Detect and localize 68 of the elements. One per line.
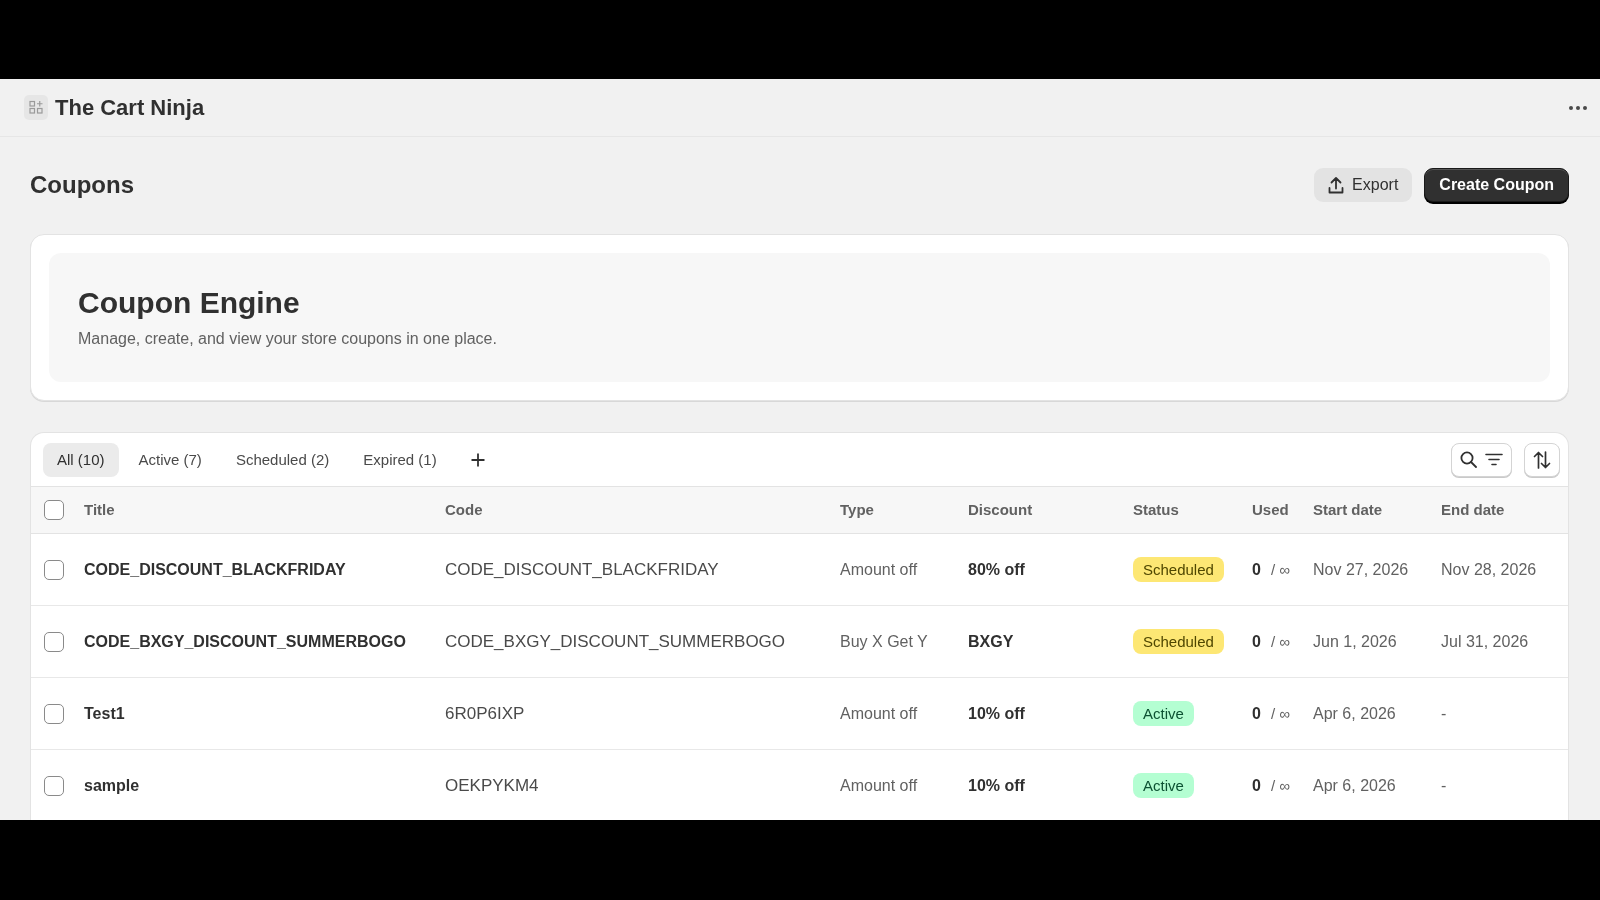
checkbox[interactable] (44, 500, 64, 520)
checkbox[interactable] (44, 559, 64, 580)
coupon-title: CODE_BXGY_DISCOUNT_SUMMERBOGO (84, 632, 406, 650)
discount-type: Amount off (840, 776, 918, 794)
start-date: Nov 27, 2026 (1313, 560, 1409, 578)
start-date: Jun 1, 2026 (1313, 632, 1397, 650)
filter-icon (1485, 453, 1503, 466)
discount-type: Buy X Get Y (840, 632, 928, 650)
used-count: 0 (1252, 560, 1261, 579)
status-badge: Scheduled (1133, 629, 1224, 654)
coupon-code: OEKPYKM4 (445, 775, 539, 795)
discount-value: 80% off (968, 560, 1025, 578)
export-button[interactable]: Export (1314, 168, 1413, 202)
sort-icon (1533, 450, 1551, 469)
create-coupon-button[interactable]: Create Coupon (1424, 168, 1569, 202)
coupon-title: CODE_DISCOUNT_BLACKFRIDAY (84, 560, 346, 578)
column-header: Title (84, 501, 115, 518)
app-title: The Cart Ninja (55, 94, 205, 121)
status-badge: Scheduled (1133, 557, 1224, 582)
start-date: Apr 6, 2026 (1313, 704, 1396, 722)
status-badge: Active (1133, 773, 1194, 798)
usage-limit: / ∞ (1270, 633, 1290, 650)
discount-value: BXGY (968, 632, 1014, 650)
plus-icon[interactable] (470, 452, 485, 467)
sort-button[interactable] (1524, 442, 1560, 477)
column-header: Discount (968, 501, 1033, 518)
usage-limit: / ∞ (1270, 705, 1290, 722)
end-date: - (1441, 704, 1447, 722)
banner-title: Coupon Engine (78, 285, 301, 321)
upload-icon (1328, 176, 1345, 194)
coupon-title: sample (84, 776, 140, 794)
apps-icon (24, 95, 48, 120)
search-filter-button[interactable] (1451, 442, 1512, 477)
filter-tab[interactable]: Active (7) (124, 442, 216, 477)
checkbox[interactable] (44, 631, 64, 652)
coupon-code: 6R0P6IXP (445, 703, 525, 723)
end-date: - (1441, 776, 1447, 794)
filter-tab[interactable]: Expired (1) (349, 442, 451, 477)
filter-tab[interactable]: Scheduled (2) (221, 442, 344, 477)
column-header: End date (1441, 501, 1505, 518)
ellipsis-icon[interactable] (1568, 104, 1588, 111)
checkbox[interactable] (44, 775, 64, 796)
banner-subtitle: Manage, create, and view your store coupons in one place. (78, 329, 498, 349)
checkbox[interactable] (44, 703, 64, 724)
page-title: Coupons (30, 171, 134, 199)
column-header: Status (1133, 501, 1179, 518)
end-date: Jul 31, 2026 (1441, 632, 1529, 650)
coupon-code: CODE_BXGY_DISCOUNT_SUMMERBOGO (445, 631, 786, 651)
discount-type: Amount off (840, 560, 918, 578)
used-count: 0 (1252, 704, 1261, 723)
filter-tab[interactable]: All (10) (43, 442, 119, 477)
coupon-title: Test1 (84, 704, 125, 722)
usage-limit: / ∞ (1270, 777, 1290, 794)
column-header: Code (445, 501, 483, 518)
column-header: Type (840, 501, 874, 518)
discount-type: Amount off (840, 704, 918, 722)
discount-value: 10% off (968, 776, 1025, 794)
coupon-code: CODE_DISCOUNT_BLACKFRIDAY (445, 559, 719, 579)
column-header: Start date (1313, 501, 1383, 518)
used-count: 0 (1252, 632, 1261, 651)
usage-limit: / ∞ (1270, 561, 1290, 578)
search-icon (1460, 451, 1477, 468)
used-count: 0 (1252, 776, 1261, 795)
end-date: Nov 28, 2026 (1441, 560, 1537, 578)
start-date: Apr 6, 2026 (1313, 776, 1396, 794)
column-header: Used (1252, 501, 1289, 518)
status-badge: Active (1133, 701, 1194, 726)
discount-value: 10% off (968, 704, 1025, 722)
